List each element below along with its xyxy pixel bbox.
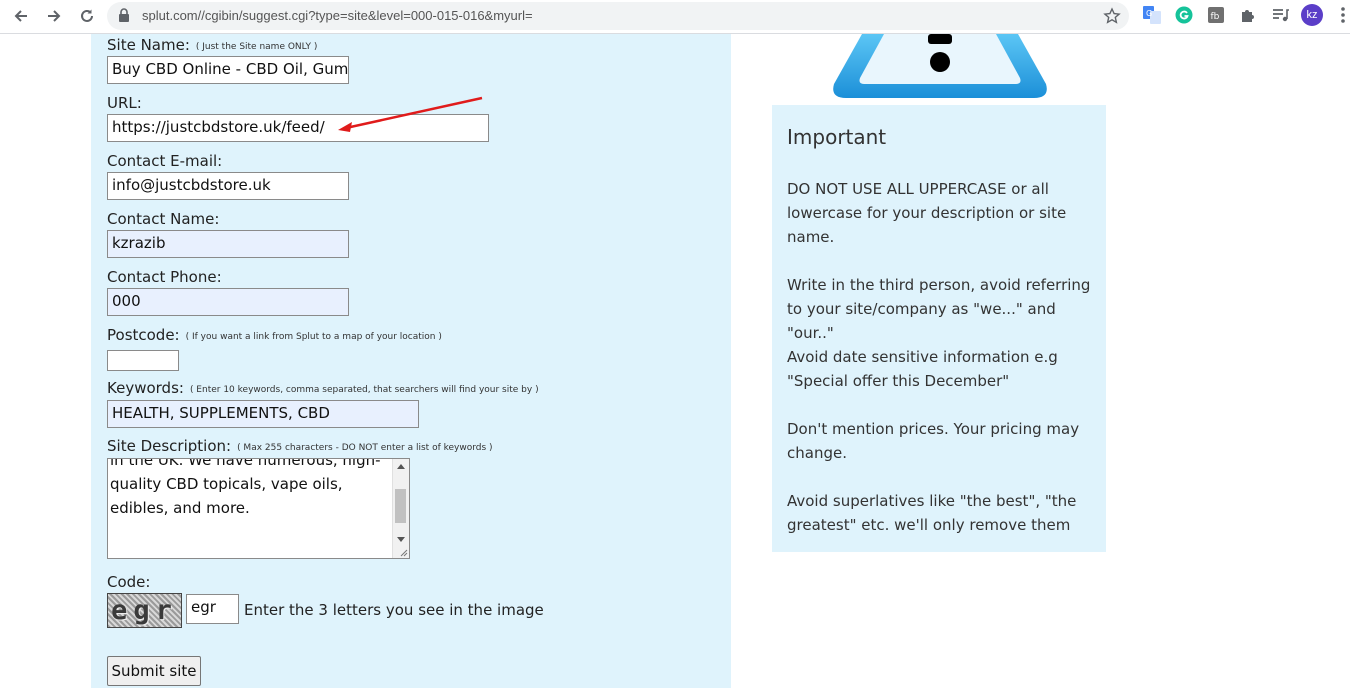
important-tip: DO NOT USE ALL UPPERCASE or all lowercas… bbox=[787, 180, 1067, 246]
url-text: splut.com//cgibin/suggest.cgi?type=site&… bbox=[142, 8, 533, 23]
back-button[interactable] bbox=[9, 4, 33, 28]
browser-toolbar: splut.com//cgibin/suggest.cgi?type=site&… bbox=[0, 0, 1350, 34]
important-tip: Don't mention prices. Your pricing may c… bbox=[787, 420, 1080, 462]
annotation-arrow-icon bbox=[338, 96, 483, 132]
postcode-input[interactable] bbox=[107, 350, 179, 371]
email-input[interactable]: info@justcbdstore.uk bbox=[107, 172, 349, 200]
keywords-input[interactable]: HEALTH, SUPPLEMENTS, CBD bbox=[107, 400, 419, 428]
profile-avatar[interactable]: kz bbox=[1301, 4, 1323, 26]
submit-site-button[interactable]: Submit site bbox=[107, 656, 201, 686]
translate-extension-icon[interactable]: G bbox=[1143, 6, 1161, 24]
site-description-hint: ( Max 255 characters - DO NOT enter a li… bbox=[237, 443, 493, 453]
contact-name-input[interactable]: kzrazib bbox=[107, 230, 349, 258]
svg-text:fb: fb bbox=[1211, 12, 1220, 22]
code-label: Code: bbox=[107, 573, 151, 591]
captcha-input[interactable]: egr bbox=[186, 594, 239, 624]
forward-button[interactable] bbox=[42, 4, 66, 28]
captcha-image: egr bbox=[107, 593, 182, 628]
warning-sign-icon bbox=[833, 34, 1047, 98]
important-tip: Avoid superlatives like "the best", "the… bbox=[787, 492, 1077, 534]
contact-phone-label: Contact Phone: bbox=[107, 268, 222, 286]
url-label: URL: bbox=[107, 94, 142, 112]
media-control-icon[interactable] bbox=[1271, 6, 1289, 24]
important-tip: Write in the third person, avoid referri… bbox=[787, 276, 1091, 342]
keywords-hint: ( Enter 10 keywords, comma separated, th… bbox=[189, 385, 539, 395]
contact-phone-input[interactable]: 000 bbox=[107, 288, 349, 316]
important-title: Important bbox=[787, 125, 887, 149]
site-name-hint: ( Just the Site name ONLY ) bbox=[195, 42, 318, 52]
svg-text:G: G bbox=[1146, 9, 1152, 18]
address-bar[interactable]: splut.com//cgibin/suggest.cgi?type=site&… bbox=[107, 2, 1129, 30]
email-label: Contact E-mail: bbox=[107, 152, 223, 170]
bookmark-star-icon[interactable] bbox=[1103, 7, 1121, 25]
site-description-textarea[interactable]: in the UK. We have numerous, high-qualit… bbox=[107, 458, 410, 559]
resize-grip-icon[interactable] bbox=[398, 547, 408, 557]
scroll-down-icon[interactable] bbox=[397, 537, 405, 542]
site-description-text: in the UK. We have numerous, high-qualit… bbox=[110, 458, 381, 517]
grammarly-extension-icon[interactable] bbox=[1175, 6, 1193, 24]
postcode-hint: ( If you want a link from Splut to a map… bbox=[185, 332, 442, 342]
important-info-panel: Important DO NOT USE ALL UPPERCASE or al… bbox=[772, 105, 1106, 552]
scroll-up-icon[interactable] bbox=[397, 464, 405, 469]
forward-arrow-icon bbox=[48, 10, 61, 22]
extensions-puzzle-icon[interactable] bbox=[1239, 6, 1257, 24]
important-tip: Avoid date sensitive information e.g "Sp… bbox=[787, 348, 1058, 390]
site-description-label: Site Description:( Max 255 characters - … bbox=[107, 437, 493, 455]
browser-menu-icon[interactable] bbox=[1334, 6, 1350, 24]
postcode-label: Postcode:( If you want a link from Splut… bbox=[107, 326, 442, 344]
back-arrow-icon bbox=[14, 10, 27, 22]
contact-name-label: Contact Name: bbox=[107, 210, 220, 228]
reload-button[interactable] bbox=[75, 4, 99, 28]
site-name-label: Site Name:( Just the Site name ONLY ) bbox=[107, 36, 318, 54]
captcha-instruction: Enter the 3 letters you see in the image bbox=[244, 601, 544, 619]
keywords-label: Keywords:( Enter 10 keywords, comma sepa… bbox=[107, 379, 539, 397]
reload-icon bbox=[81, 9, 93, 22]
site-name-input[interactable]: Buy CBD Online - CBD Oil, Gumm bbox=[107, 56, 349, 84]
textarea-scrollbar[interactable] bbox=[392, 459, 409, 558]
fb-extension-icon[interactable]: fb bbox=[1207, 6, 1225, 24]
lock-icon bbox=[119, 8, 129, 22]
scroll-thumb[interactable] bbox=[395, 489, 406, 523]
